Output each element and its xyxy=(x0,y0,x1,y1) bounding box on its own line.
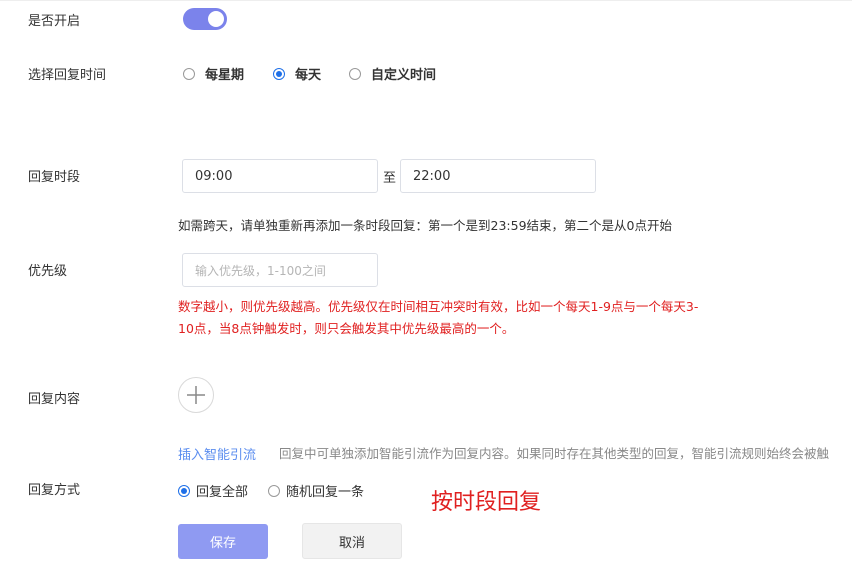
top-divider xyxy=(0,0,852,5)
radio-custom[interactable] xyxy=(349,67,361,80)
method-label: 回复方式 xyxy=(28,483,81,498)
content-label: 回复内容 xyxy=(28,392,81,407)
reply-time-option-custom[interactable]: 自定义时间 xyxy=(349,64,436,83)
period-start-input[interactable]: 09:00 xyxy=(182,159,378,193)
cancel-button[interactable]: 取消 xyxy=(302,523,402,559)
period-label: 回复时段 xyxy=(28,170,81,185)
enabled-toggle[interactable] xyxy=(183,8,227,30)
enabled-label: 是否开启 xyxy=(28,14,81,29)
plus-icon xyxy=(187,386,205,404)
method-option-label: 回复全部 xyxy=(196,485,249,500)
period-end-input[interactable]: 22:00 xyxy=(400,159,596,193)
method-option-all[interactable]: 回复全部 xyxy=(178,481,248,500)
toggle-knob xyxy=(208,11,224,27)
method-option-label: 随机回复一条 xyxy=(286,485,365,500)
period-separator: 至 xyxy=(383,171,397,186)
priority-warning-line: 10点，当8点钟触发时，则只会触发其中优先级最高的一个。 xyxy=(178,321,515,336)
save-button[interactable]: 保存 xyxy=(178,524,268,559)
content-hint: 回复中可单独添加智能引流作为回复内容。如果同时存在其他类型的回复，智能引流规则始… xyxy=(279,446,830,461)
method-option-random[interactable]: 随机回复一条 xyxy=(268,481,364,500)
reply-time-option-label: 每星期 xyxy=(205,68,245,83)
priority-warning: 数字越小，则优先级越高。优先级仅在时间相互冲突时有效，比如一个每天1-9点与一个… xyxy=(178,296,778,340)
radio-reply-all[interactable] xyxy=(178,484,190,497)
radio-random-one[interactable] xyxy=(268,484,280,497)
reply-time-option-label: 自定义时间 xyxy=(371,68,437,83)
reply-time-option-daily[interactable]: 每天 xyxy=(273,64,321,83)
period-note: 如需跨天，请单独重新再添加一条时段回复：第一个是到23:59结束，第二个是从0点… xyxy=(178,218,672,233)
reply-time-label: 选择回复时间 xyxy=(28,68,107,83)
priority-label: 优先级 xyxy=(28,264,68,279)
insert-smart-traffic-link[interactable]: 插入智能引流 xyxy=(178,444,256,463)
radio-weekly[interactable] xyxy=(183,67,195,80)
priority-warning-line: 数字越小，则优先级越高。优先级仅在时间相互冲突时有效，比如一个每天1-9点与一个… xyxy=(178,299,699,314)
priority-input[interactable]: 输入优先级，1-100之间 xyxy=(182,253,378,287)
reply-time-option-weekly[interactable]: 每星期 xyxy=(183,64,244,83)
mode-title: 按时段回复 xyxy=(431,490,542,515)
add-content-button[interactable] xyxy=(178,377,214,413)
reply-time-option-label: 每天 xyxy=(295,68,322,83)
radio-daily[interactable] xyxy=(273,67,285,80)
